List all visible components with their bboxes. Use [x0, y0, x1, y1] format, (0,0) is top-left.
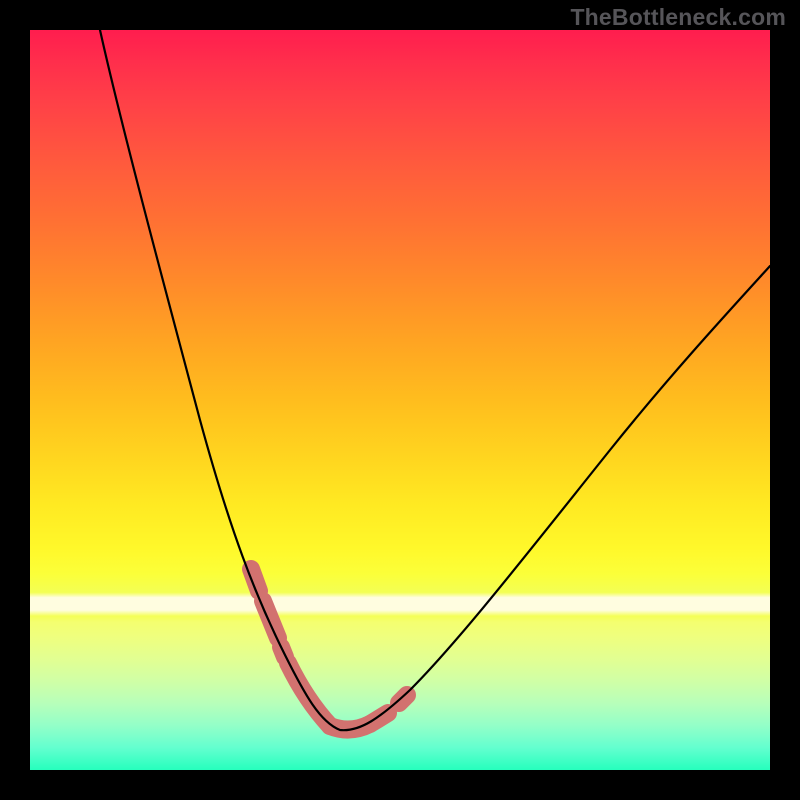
chart-frame: TheBottleneck.com	[0, 0, 800, 800]
curve-svg	[30, 30, 770, 770]
highlight-group	[251, 569, 407, 730]
highlight-seg	[263, 601, 278, 638]
watermark-text: TheBottleneck.com	[570, 4, 786, 31]
highlight-seg	[370, 713, 388, 724]
plot-area	[30, 30, 770, 770]
bottleneck-curve	[100, 30, 770, 730]
